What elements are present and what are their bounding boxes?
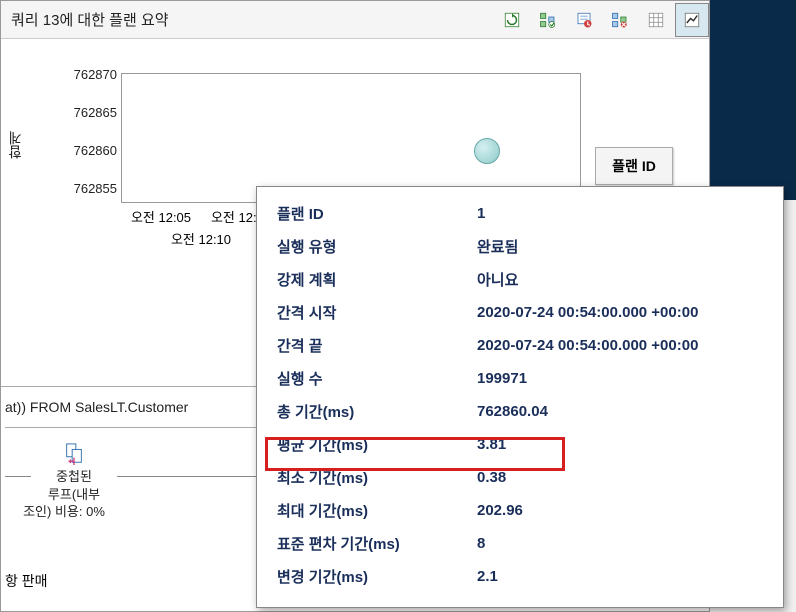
y-axis-label: 합계 [5, 131, 25, 159]
data-tooltip: 플랜 ID1 실행 유형완료됨 강제 계획아니요 간격 시작2020-07-24… [256, 186, 784, 608]
data-point[interactable] [474, 138, 500, 164]
unforce-plan-icon [611, 11, 629, 29]
titlebar: 쿼리 13에 대한 플랜 요약 [1, 1, 709, 39]
tooltip-row: 최소 기간(ms)0.38 [277, 461, 769, 494]
toolbar [495, 3, 709, 37]
tooltip-row: 표준 편차 기간(ms)8 [277, 527, 769, 560]
plan-node[interactable]: 중첩된 루프(내부 조인) 비용: 0% [29, 442, 119, 521]
sql-fragment: at)) FROM SalesLT.Customer [5, 395, 267, 427]
chart-icon [683, 11, 701, 29]
tooltip-row: 강제 계획아니요 [277, 263, 769, 296]
tooltip-row: 최대 기간(ms)202.96 [277, 494, 769, 527]
tooltip-row: 변경 기간(ms)2.1 [277, 560, 769, 593]
y-tick: 762855 [74, 181, 117, 196]
node-label: 중첩된 [29, 468, 119, 486]
grid-view-button[interactable] [639, 3, 673, 37]
tooltip-row: 간격 끝2020-07-24 00:54:00.000 +00:00 [277, 329, 769, 362]
nested-loop-icon [63, 442, 85, 466]
tooltip-row: 플랜 ID1 [277, 197, 769, 230]
plan-compare-icon [539, 11, 557, 29]
y-tick: 762860 [74, 143, 117, 158]
execution-plan-diagram: 중첩된 루프(내부 조인) 비용: 0% [5, 442, 267, 521]
tooltip-row: 총 기간(ms)762860.04 [277, 395, 769, 428]
grid-icon [647, 11, 665, 29]
tooltip-row: 간격 시작2020-07-24 00:54:00.000 +00:00 [277, 296, 769, 329]
window-title: 쿼리 13에 대한 플랜 요약 [11, 9, 169, 30]
node-label: 루프(내부 [29, 486, 119, 504]
y-tick: 762870 [74, 67, 117, 82]
refresh-button[interactable] [495, 3, 529, 37]
lower-panel: at)) FROM SalesLT.Customer 중첩된 루프(내부 조인)… [1, 386, 271, 529]
y-tick: 762865 [74, 105, 117, 120]
tooltip-row: 평균 기간(ms)3.81 [277, 428, 769, 461]
refresh-icon [503, 11, 521, 29]
tooltip-row: 실행 수199971 [277, 362, 769, 395]
bottom-fragment: 항 판매 [1, 571, 48, 591]
force-plan-icon [575, 11, 593, 29]
unforce-plan-button[interactable] [603, 3, 637, 37]
chart-view-button[interactable] [675, 3, 709, 37]
force-plan-button[interactable] [567, 3, 601, 37]
plot-area[interactable] [121, 73, 581, 203]
legend: 플랜 ID [595, 147, 673, 185]
tooltip-row: 실행 유형완료됨 [277, 230, 769, 263]
node-label: 조인) 비용: 0% [9, 503, 119, 521]
plan-compare-button[interactable] [531, 3, 565, 37]
